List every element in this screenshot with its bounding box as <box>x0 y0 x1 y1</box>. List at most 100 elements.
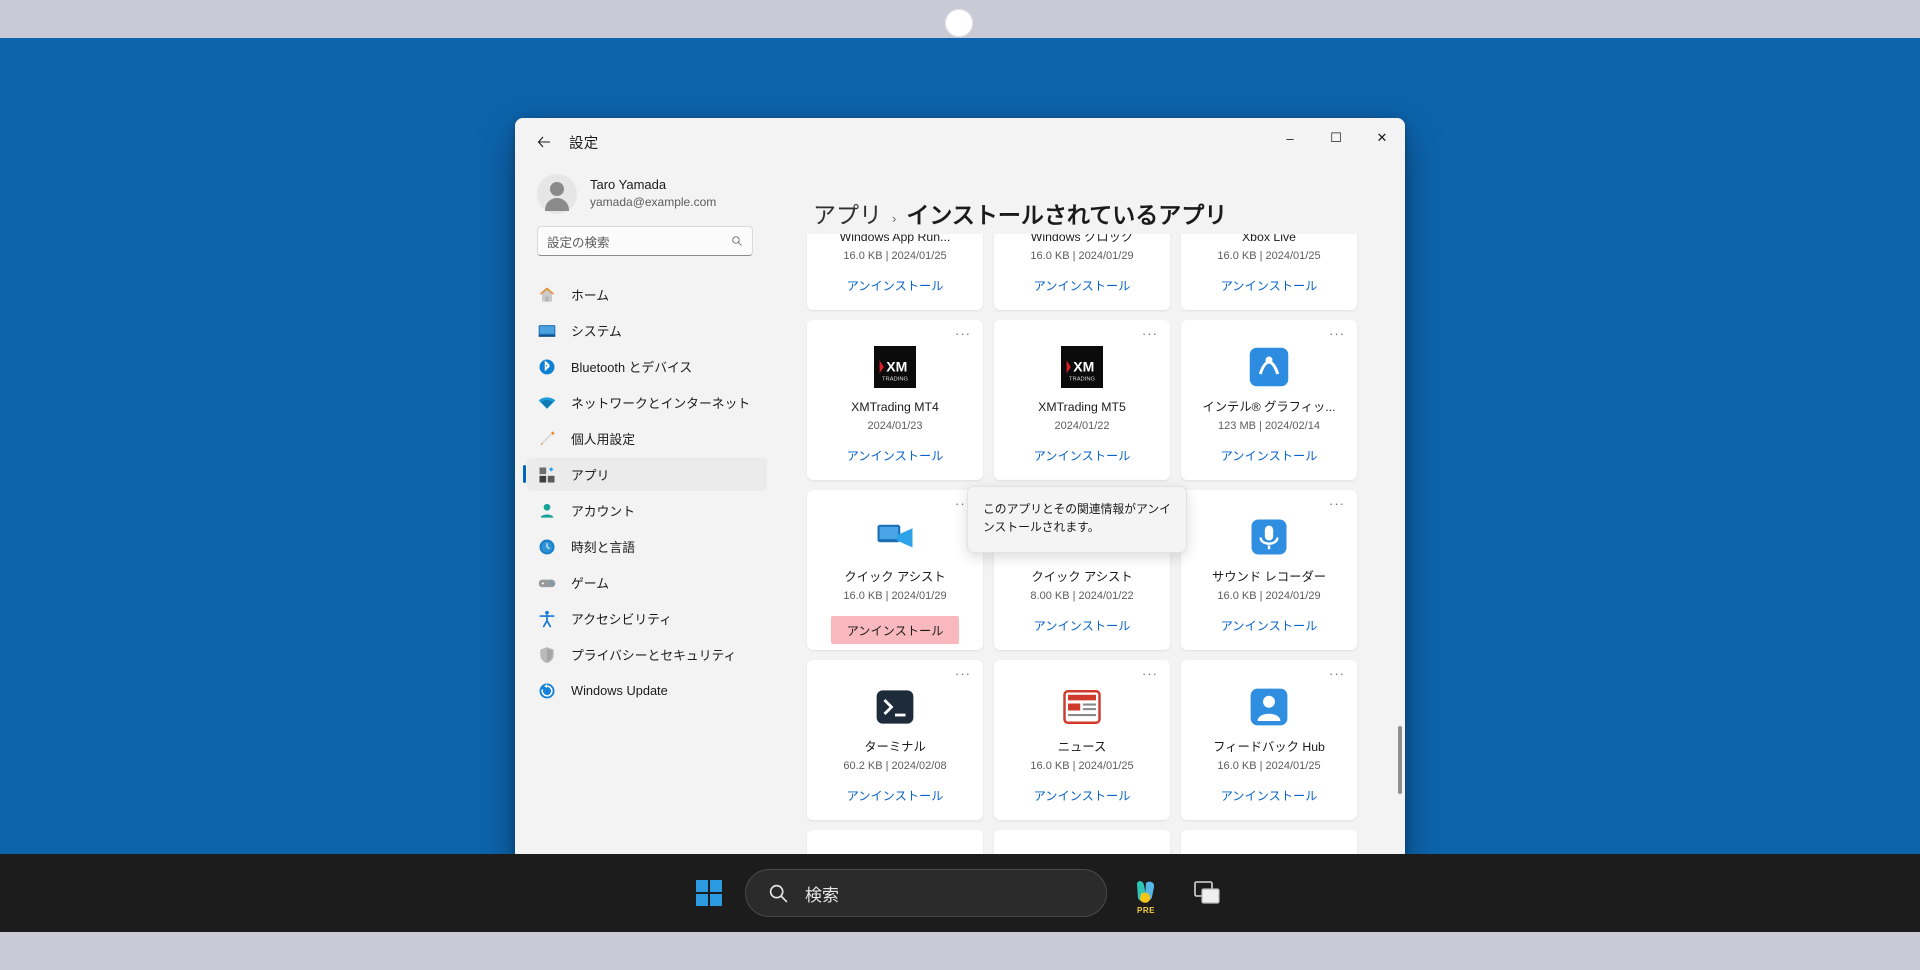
sound-recorder-icon <box>1248 516 1290 558</box>
intel-graphics-icon <box>1249 347 1289 387</box>
sidebar-item-1[interactable]: システム <box>527 314 767 347</box>
sidebar-item-label: ゲーム <box>571 576 610 591</box>
settings-main-pane: アプリ › インストールされているアプリ ··· Windows App Run.… <box>775 166 1405 875</box>
display-area: 設定 – ☐ ✕ Taro Yamada yamada@example.com <box>0 38 1920 932</box>
news-icon <box>1061 686 1103 728</box>
uninstall-button[interactable]: アンインストール <box>1221 786 1318 804</box>
taskbar-search-box[interactable]: 検索 <box>745 869 1107 917</box>
uninstall-button[interactable]: アンインストール <box>1221 616 1318 634</box>
sidebar-item-8[interactable]: ゲーム <box>527 566 767 599</box>
app-card[interactable]: ··· XM TRADING XMTrading MT5 2024/01/22 アンインス… <box>994 320 1170 480</box>
screen-root: 設定 – ☐ ✕ Taro Yamada yamada@example.com <box>0 0 1920 970</box>
taskbar: 検索 PRE <box>0 854 1920 932</box>
profile-name: Taro Yamada <box>590 177 667 193</box>
uninstall-button[interactable]: アンインストール <box>1034 446 1131 464</box>
app-card[interactable]: ···Xbox Live16.0 KB | 2024/01/25アンインストール <box>1181 234 1357 310</box>
app-meta: 2024/01/22 <box>1054 419 1110 432</box>
sidebar-item-5[interactable]: アプリ <box>523 458 767 491</box>
card-more-options-icon[interactable]: ··· <box>1142 667 1158 680</box>
search-icon <box>732 236 742 246</box>
sidebar-item-3[interactable]: ネットワークとインターネット <box>527 386 767 419</box>
app-card[interactable]: ··· クイック アシスト 16.0 KB | 2024/01/29 アンインストール <box>807 490 983 650</box>
sidebar-item-label: ネットワークとインターネット <box>571 396 751 411</box>
settings-window: 設定 – ☐ ✕ Taro Yamada yamada@example.com <box>515 118 1405 875</box>
card-more-options-icon[interactable]: ··· <box>1142 327 1158 340</box>
app-name: XMTrading MT5 <box>1038 400 1126 414</box>
sidebar-item-label: ホーム <box>571 288 610 303</box>
app-card[interactable]: ··· フィードバック Hub 16.0 KB | 2024/01/25 アンインスト… <box>1181 660 1357 820</box>
card-more-options-icon[interactable]: ··· <box>955 327 971 340</box>
quick-assist-icon <box>877 524 913 548</box>
sidebar-item-label: 時刻と言語 <box>571 540 635 555</box>
app-card[interactable]: ··· XM TRADING XMTrading MT4 2024/01/23 アンインス… <box>807 320 983 480</box>
svg-text:TRADING: TRADING <box>1069 376 1095 382</box>
sidebar-item-11[interactable]: Windows Update <box>527 674 767 707</box>
apps-card-grid: ··· Windows App Run... 16.0 KB | 2024/01/2… <box>807 234 1367 875</box>
app-meta: 16.0 KB | 2024/01/25 <box>843 249 947 262</box>
sidebar-item-10[interactable]: プライバシーとセキュリティ <box>527 638 767 671</box>
accessibility-icon <box>537 609 557 629</box>
sidebar-item-7[interactable]: 時刻と言語 <box>527 530 767 563</box>
taskbar-search-label: 検索 <box>805 885 839 905</box>
sidebar-item-6[interactable]: アカウント <box>527 494 767 527</box>
card-more-options-icon[interactable]: ··· <box>1329 327 1345 340</box>
terminal-icon <box>876 690 914 724</box>
copilot-pre-badge: PRE <box>1137 906 1155 915</box>
accounts-icon <box>537 501 557 521</box>
uninstall-button[interactable]: アンインストール <box>847 276 944 294</box>
uninstall-button[interactable]: アンインストール <box>847 786 944 804</box>
window-body: Taro Yamada yamada@example.com 設定の検索 ホーム… <box>515 166 1405 875</box>
copilot-pre-icon[interactable]: PRE <box>1123 870 1169 916</box>
app-name: ニュース <box>1057 740 1107 754</box>
sidebar-item-9[interactable]: アクセシビリティ <box>527 602 767 635</box>
breadcrumb-parent[interactable]: アプリ <box>813 196 882 230</box>
app-meta: 16.0 KB | 2024/01/25 <box>1217 759 1321 772</box>
app-card[interactable]: ··· ニュース 16.0 KB | 2024/01/25 アンインストール <box>994 660 1170 820</box>
windows-update-icon <box>539 683 555 698</box>
gaming-icon <box>538 579 556 587</box>
maximize-button[interactable]: ☐ <box>1313 118 1359 158</box>
svg-text:XM: XM <box>1073 359 1094 375</box>
app-card[interactable]: ··· ターミナル 60.2 KB | 2024/02/08 アンインストール <box>807 660 983 820</box>
window-titlebar: 設定 – ☐ ✕ <box>515 118 1405 166</box>
sidebar-item-4[interactable]: 個人用設定 <box>527 422 767 455</box>
app-card[interactable]: ···Windows クロック16.0 KB | 2024/01/29アンインス… <box>994 234 1170 310</box>
uninstall-button[interactable]: アンインストール <box>830 615 960 644</box>
sidebar-nav-list: ホームシステム Bluetooth とデバイスネットワークとインターネット 個人用設… <box>515 278 775 707</box>
app-card[interactable]: ··· サウンド レコーダー 16.0 KB | 2024/01/29 アンインストー… <box>1181 490 1357 650</box>
start-button[interactable] <box>689 873 729 913</box>
close-button[interactable]: ✕ <box>1359 118 1405 158</box>
app-name: Xbox Live <box>1241 234 1296 244</box>
news-icon <box>1063 690 1101 724</box>
sidebar-item-label: アカウント <box>571 504 635 519</box>
sidebar-item-2[interactable]: Bluetooth とデバイス <box>527 350 767 383</box>
card-more-options-icon[interactable]: ··· <box>1329 667 1345 680</box>
sidebar-item-label: 個人用設定 <box>571 432 635 447</box>
user-profile[interactable]: Taro Yamada yamada@example.com <box>515 166 775 226</box>
uninstall-button[interactable]: アンインストール <box>1221 276 1318 294</box>
card-more-options-icon[interactable]: ··· <box>955 667 971 680</box>
task-view-icon[interactable] <box>1185 870 1231 916</box>
app-meta: 16.0 KB | 2024/01/25 <box>1030 759 1134 772</box>
app-card[interactable]: ··· インテル® グラフィッ... 123 MB | 2024/02/14 アンイン… <box>1181 320 1357 480</box>
minimize-button[interactable]: – <box>1267 118 1313 158</box>
uninstall-button[interactable]: アンインストール <box>847 446 944 464</box>
search-input[interactable]: 設定の検索 <box>537 226 753 256</box>
sidebar-item-0[interactable]: ホーム <box>527 278 767 311</box>
personalization-icon <box>537 429 557 449</box>
uninstall-button[interactable]: アンインストール <box>1034 616 1131 634</box>
card-more-options-icon[interactable]: ··· <box>1329 497 1345 510</box>
app-name: Windows クロック <box>1030 234 1134 244</box>
uninstall-button[interactable]: アンインストール <box>1221 446 1318 464</box>
app-meta: 16.0 KB | 2024/01/25 <box>1217 249 1321 262</box>
vertical-scrollbar[interactable] <box>1398 726 1402 794</box>
windows-start-icon <box>696 880 722 906</box>
window-caption-buttons: – ☐ ✕ <box>1267 118 1405 166</box>
back-button[interactable] <box>527 126 561 158</box>
quick-assist-icon <box>874 516 916 558</box>
uninstall-button[interactable]: アンインストール <box>1034 276 1131 294</box>
app-card[interactable]: ···Windows App Run...16.0 KB | 2024/01/2… <box>807 234 983 310</box>
apps-icon <box>537 465 557 485</box>
avatar <box>537 174 577 214</box>
uninstall-button[interactable]: アンインストール <box>1034 786 1131 804</box>
